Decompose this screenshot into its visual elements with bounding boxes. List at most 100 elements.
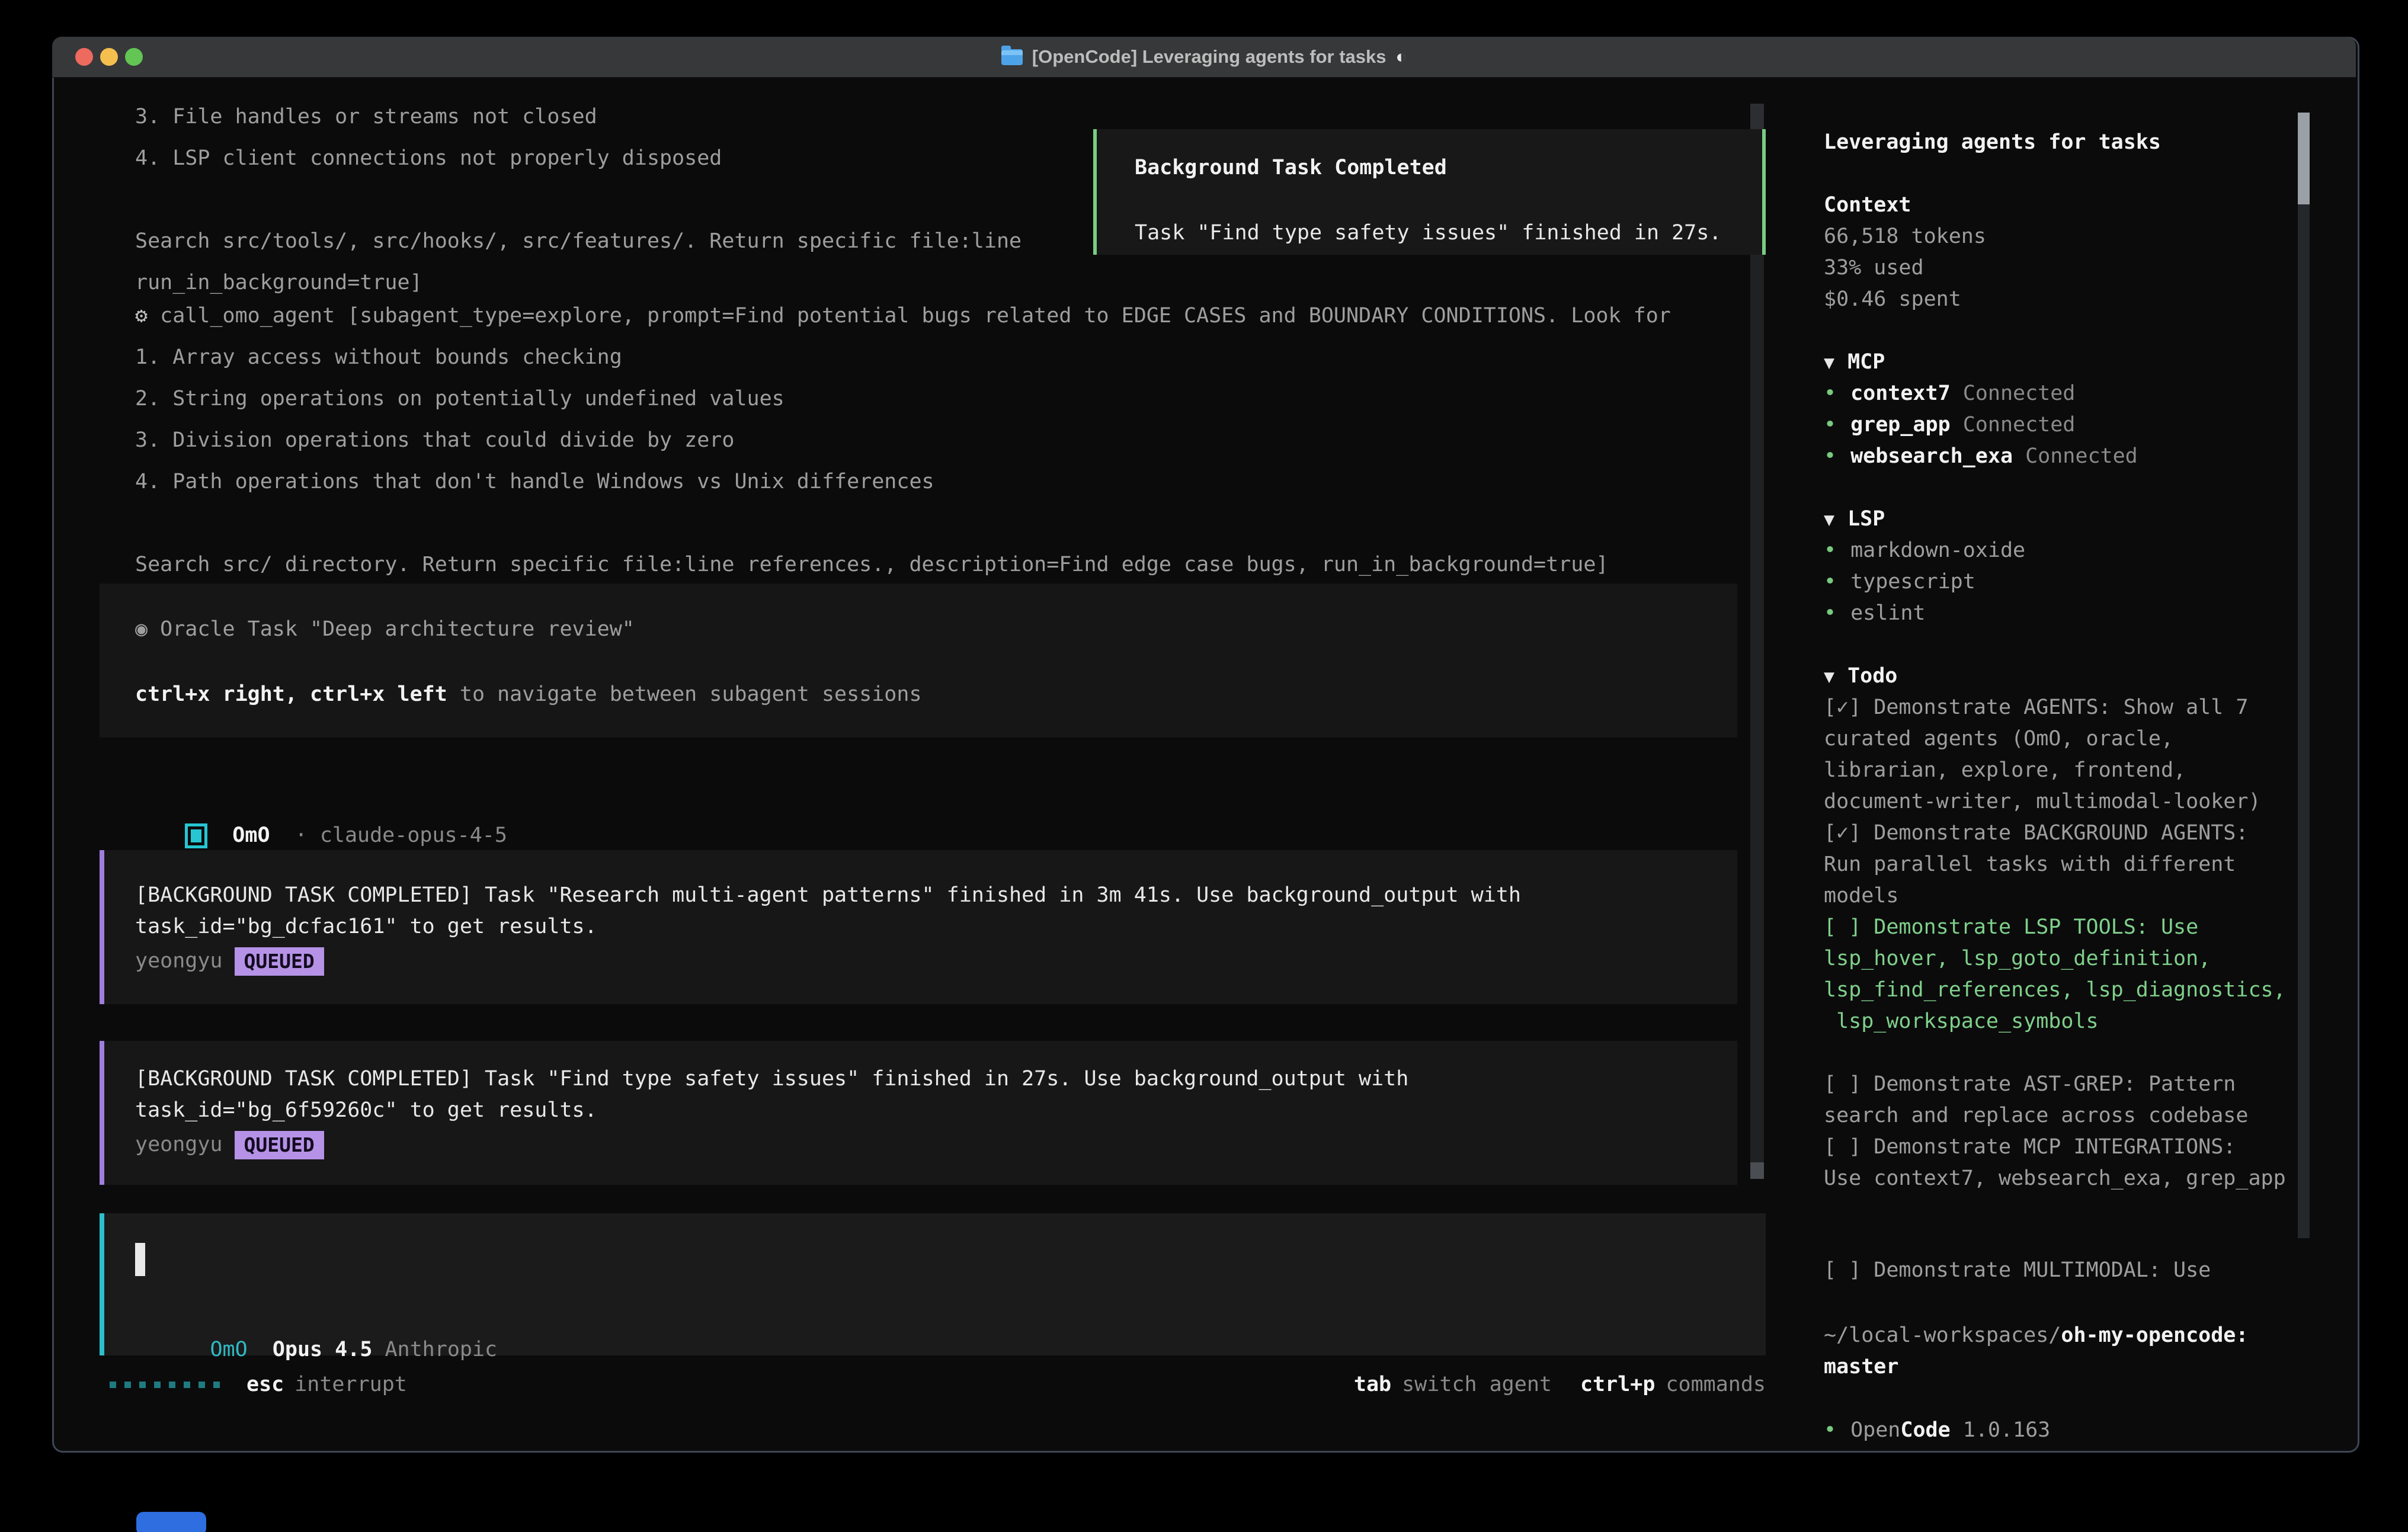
context-spent: $0.46 spent (1824, 284, 1961, 315)
status-dot-icon: • (1824, 601, 1836, 625)
prompt-input[interactable]: OmO Opus 4.5 Anthropic (100, 1213, 1766, 1355)
folder-icon (1001, 49, 1023, 65)
todo-line-active: lsp_workspace_symbols (1824, 1006, 2099, 1037)
sidebar-scrollbar-thumb[interactable] (2298, 113, 2310, 204)
todo-line: [✓] Demonstrate BACKGROUND AGENTS: (1824, 818, 2248, 849)
message-author: yeongyu (135, 1133, 223, 1156)
lsp-section-header[interactable]: ▼ LSP (1824, 504, 1885, 535)
mcp-status: Connected (1963, 413, 2076, 437)
scrollback-line: Search src/tools/, src/hooks/, src/featu… (135, 220, 1022, 262)
mcp-name: grep_app (1850, 413, 1951, 437)
mcp-name: websearch_exa (1850, 444, 2013, 468)
chevron-down-icon[interactable]: ▼ (1824, 666, 1834, 687)
mcp-item: •context7 Connected (1824, 378, 2075, 409)
status-dot-icon: • (1824, 570, 1836, 594)
input-model-name[interactable]: Opus 4.5 (273, 1338, 373, 1361)
mcp-heading: MCP (1847, 350, 1885, 374)
todo-line: [✓] Demonstrate AGENTS: Show all 7 (1824, 692, 2248, 723)
todo-line-active: lsp_find_references, lsp_diagnostics, (1824, 975, 2286, 1006)
lsp-name: markdown-oxide (1850, 539, 2025, 562)
todo-line: curated agents (OmO, oracle, (1824, 723, 2173, 755)
main-scrollbar-thumb[interactable] (1750, 1162, 1764, 1179)
tool-call-line (135, 502, 1671, 544)
main-scrollbar[interactable] (1750, 104, 1764, 1179)
status-dot-icon: • (1824, 413, 1836, 437)
todo-line: [ ] Demonstrate MULTIMODAL: Use (1824, 1255, 2211, 1286)
mcp-section-header[interactable]: ▼ MCP (1824, 347, 1885, 378)
sidebar-scrollbar[interactable] (2298, 113, 2310, 1238)
background-task-message: [BACKGROUND TASK COMPLETED] Task "Find t… (100, 1041, 1737, 1185)
message-line: [BACKGROUND TASK COMPLETED] Task "Find t… (135, 1063, 1408, 1095)
lsp-item: • typescript (1824, 566, 1975, 598)
esc-key-label: interrupt (294, 1373, 407, 1396)
oracle-task-title: ◉ Oracle Task "Deep architecture review" (135, 608, 635, 650)
todo-line: Use context7, websearch_exa, grep_app (1824, 1163, 2286, 1194)
tool-call-line: 3. Division operations that could divide… (135, 419, 1671, 461)
workspace-path: ~/local-workspaces/oh-my-opencode: (1824, 1320, 2248, 1351)
todo-line: [ ] Demonstrate AST-GREP: Pattern (1824, 1069, 2236, 1100)
window-title-text: [OpenCode] Leveraging agents for tasks (1032, 46, 1386, 68)
workspace-branch: master (1824, 1351, 1898, 1383)
lsp-item: • eslint (1824, 598, 1926, 629)
lsp-name: typescript (1850, 570, 1975, 594)
chevron-down-icon[interactable]: ▼ (1824, 352, 1834, 373)
tool-call-block: ⚙ call_omo_agent [subagent_type=explore,… (135, 295, 1671, 585)
workspace-path-prefix: ~/local-workspaces/ (1824, 1323, 2061, 1347)
todo-section-header[interactable]: ▼Todo (1824, 661, 1897, 692)
lsp-item: • markdown-oxide (1824, 535, 2025, 566)
context-tokens: 66,518 tokens (1824, 221, 1986, 252)
message-meta: yeongyu QUEUED (135, 946, 324, 977)
tool-call-line: 2. String operations on potentially unde… (135, 378, 1671, 419)
scrollback-line: 4. LSP client connections not properly d… (135, 137, 1022, 179)
status-dot-icon: • (1824, 539, 1836, 562)
gear-icon: ⚙ (135, 304, 148, 328)
todo-line-active: lsp_hover, lsp_goto_definition, (1824, 943, 2211, 975)
text-cursor (135, 1243, 145, 1276)
dot-separator: · (295, 823, 308, 847)
chevron-down-icon[interactable]: ▼ (1824, 509, 1834, 530)
tool-call-line: ⚙ call_omo_agent [subagent_type=explore,… (135, 295, 1671, 336)
lsp-name: eslint (1850, 601, 1925, 625)
tab-key-label: switch agent (1402, 1373, 1552, 1396)
todo-line: search and replace across codebase (1824, 1100, 2248, 1132)
hint-keys: ctrl+x right, ctrl+x left (135, 682, 447, 706)
input-provider-name: Anthropic (385, 1338, 497, 1361)
mcp-item: •websearch_exa Connected (1824, 441, 2138, 472)
todo-line-active: [ ] Demonstrate LSP TOOLS: Use (1824, 912, 2198, 943)
message-line: task_id="bg_dcfac161" to get results. (135, 911, 597, 943)
message-line: task_id="bg_6f59260c" to get results. (135, 1095, 597, 1126)
status-badge: QUEUED (235, 947, 324, 976)
todo-line: librarian, explore, frontend, (1824, 755, 2186, 786)
lsp-heading: LSP (1847, 507, 1885, 531)
agent-name: OmO (232, 823, 270, 847)
status-dot-icon: • (1824, 1418, 1836, 1442)
working-spinner-icon (110, 1382, 220, 1388)
scrollback-text: 3. File handles or streams not closed 4.… (135, 96, 1022, 303)
todo-line: models (1824, 880, 1898, 912)
session-state-icon: ◐ (1396, 46, 1407, 68)
todo-line: Run parallel tasks with different (1824, 849, 2236, 880)
toast-title: Background Task Completed (1135, 147, 1447, 188)
sidebar-session-title: Leveraging agents for tasks (1824, 121, 2161, 163)
version-name-bold: Code (1900, 1418, 1950, 1442)
status-bar: esc interrupt tab switch agent ctrl+p co… (100, 1368, 1766, 1400)
screen: [OpenCode] Leveraging agents for tasks ◐… (0, 0, 2408, 1532)
context-used: 33% used (1824, 252, 1924, 284)
dock-item-blue[interactable] (136, 1512, 206, 1532)
version-name-light: Open (1850, 1418, 1900, 1442)
message-author: yeongyu (135, 949, 223, 973)
context-heading: Context (1824, 190, 1911, 221)
todo-line: [ ] Demonstrate MCP INTEGRATIONS: (1824, 1132, 2236, 1163)
scrollback-line: 3. File handles or streams not closed (135, 96, 1022, 137)
input-agent-name[interactable]: OmO (210, 1338, 247, 1361)
tab-key-hint: tab (1354, 1373, 1391, 1396)
window-title: [OpenCode] Leveraging agents for tasks ◐ (52, 37, 2356, 77)
main-scrollbar-cap (1750, 104, 1764, 129)
background-task-toast: Background Task Completed Task "Find typ… (1093, 129, 1766, 255)
message-meta: yeongyu QUEUED (135, 1129, 324, 1161)
esc-key-hint: esc (246, 1373, 284, 1396)
message-line: [BACKGROUND TASK COMPLETED] Task "Resear… (135, 880, 1521, 911)
hint-text: to navigate between subagent sessions (447, 682, 922, 706)
agent-header: OmO · claude-opus-4-5 (135, 773, 507, 815)
status-badge: QUEUED (235, 1131, 324, 1159)
